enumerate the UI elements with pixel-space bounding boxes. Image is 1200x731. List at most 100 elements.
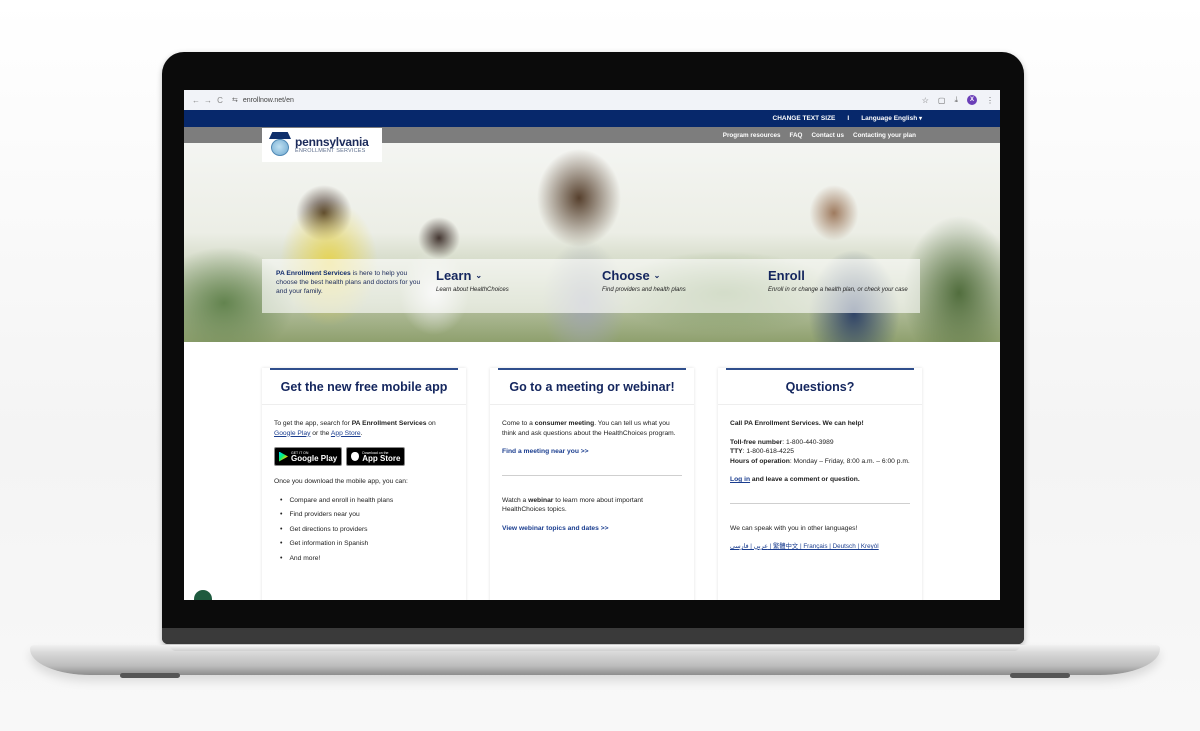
hero-choose[interactable]: Choose ⌄ Find providers and health plans <box>588 269 754 313</box>
profile-avatar[interactable]: X <box>967 95 977 105</box>
address-bar[interactable]: ⇆ enrollnow.net/en <box>232 96 922 105</box>
hero-learn-title: Learn <box>436 268 472 283</box>
download-icon[interactable]: ⤓ <box>954 95 958 105</box>
tollfree-number: : 1-800-440-3989 <box>782 438 834 446</box>
hero-choose-title: Choose <box>602 268 650 283</box>
tty-number: : 1-800-618-4225 <box>742 448 794 455</box>
reload-icon[interactable]: C <box>214 96 226 105</box>
site-logo[interactable]: pennsylvania ENROLLMENT SERVICES <box>262 128 382 162</box>
contact-details: Toll-free number: 1-800-440-3989 TTY: 1-… <box>730 438 910 467</box>
apple-icon <box>351 452 360 461</box>
logo-name: pennsylvania <box>295 135 369 149</box>
language-label: Language English <box>861 115 918 122</box>
webinar-topics-link[interactable]: View webinar topics and dates >> <box>502 525 609 532</box>
badge-big-text: App Store <box>362 453 401 463</box>
hero-learn-description: Learn about HealthChoices <box>436 287 509 293</box>
text: or the <box>310 429 331 437</box>
tty-label: TTY <box>730 448 743 455</box>
chat-widget-button[interactable] <box>194 590 212 600</box>
url-text[interactable]: enrollnow.net/en <box>243 97 294 104</box>
hero-intro-bold: PA Enrollment Services <box>276 270 351 277</box>
change-text-size-button[interactable]: CHANGE TEXT SIZE <box>773 115 836 122</box>
logo-subtitle: ENROLLMENT SERVICES <box>295 148 366 154</box>
utility-separator: I <box>847 115 850 122</box>
bullet-icon: • <box>280 554 283 562</box>
nav-contact-us[interactable]: Contact us <box>811 132 844 139</box>
section-divider <box>502 474 682 476</box>
feature-list: • Compare and enroll in health plans • Fin… <box>274 496 454 564</box>
app-store-link[interactable]: App Store <box>331 430 361 437</box>
text: To get the app, search for <box>274 420 352 427</box>
bold-text: webinar <box>528 496 554 504</box>
list-item: • Compare and enroll in health plans <box>280 496 454 506</box>
seal-shape <box>271 139 289 156</box>
list-item: • Get information in Spanish <box>280 539 454 549</box>
bullet-icon: • <box>280 511 283 518</box>
find-meeting-link[interactable]: Find a meeting near you >> <box>502 448 589 455</box>
chevron-down-icon: ⌄ <box>475 271 483 280</box>
meeting-card-body: Come to a consumer meeting. You can tell… <box>490 405 694 533</box>
hero-enroll-heading[interactable]: Enroll <box>768 269 920 283</box>
languages-intro: We can speak with you in other languages… <box>730 524 858 532</box>
hero-choose-heading[interactable]: Choose ⌄ <box>602 269 754 283</box>
questions-card-body: Call PA Enrollment Services. We can help… <box>718 405 922 552</box>
google-play-badge[interactable]: GET IT ON Google Play <box>274 447 343 466</box>
bullet-icon: • <box>280 496 283 504</box>
mobile-app-card-title: Get the new free mobile app <box>270 368 458 404</box>
section-divider <box>730 502 910 504</box>
mobile-app-card: Get the new free mobile app To get the a… <box>262 368 466 600</box>
bullet-icon: • <box>280 540 283 547</box>
list-item-text: Find providers near you <box>289 511 360 518</box>
hero-learn[interactable]: Learn ⌄ Learn about HealthChoices <box>422 269 588 313</box>
call-line: Call PA Enrollment Services. We can help… <box>730 420 864 427</box>
hero-enroll-description: Enroll in or change a health plan, or ch… <box>768 287 908 293</box>
login-text: and leave a comment or question. <box>750 476 860 483</box>
hero-choose-description: Find providers and health plans <box>602 287 686 293</box>
feature-list-intro: Once you download the mobile app, you ca… <box>274 478 408 485</box>
google-play-link[interactable]: Google Play <box>274 430 310 437</box>
menu-kebab-icon[interactable]: ⋮ <box>986 96 994 105</box>
questions-card-title: Questions? <box>726 368 914 404</box>
keystone-shape <box>269 132 291 139</box>
store-badges: GET IT ON Google Play Download on the Ap… <box>274 447 454 466</box>
chevron-down-icon: ⌄ <box>653 271 661 280</box>
extensions-icon[interactable]: ▢ <box>938 96 946 105</box>
app-name: PA Enrollment Services <box>351 420 427 427</box>
list-item-text: And more! <box>289 554 321 562</box>
list-item: • Find providers near you <box>280 510 454 520</box>
nav-program-resources[interactable]: Program resources <box>723 132 781 139</box>
tollfree-label: Toll-free number <box>730 438 783 446</box>
mobile-app-card-body: To get the app, search for PA Enrollment… <box>262 405 466 563</box>
hero-enroll-title: Enroll <box>768 268 805 283</box>
keystone-seal-icon <box>269 132 291 158</box>
list-item-text: Get information in Spanish <box>289 540 369 547</box>
info-cards: Get the new free mobile app To get the a… <box>262 368 922 600</box>
text: Watch a <box>502 496 529 504</box>
bold-text: consumer meeting <box>534 420 595 427</box>
back-icon[interactable]: ← <box>190 96 202 105</box>
language-links[interactable]: عربي | فارسی | 繁體中文 | Français | Deutsch… <box>730 542 910 552</box>
utility-bar: CHANGE TEXT SIZE I Language English ▾ <box>184 110 1000 127</box>
laptop-hinge-lip <box>170 645 1020 651</box>
chevron-down-icon: ▾ <box>918 116 922 122</box>
text: . <box>360 429 363 437</box>
hero-enroll[interactable]: Enroll Enroll in or change a health plan… <box>754 269 920 313</box>
site-settings-icon[interactable]: ⇆ <box>232 96 238 104</box>
forward-icon[interactable]: → <box>202 96 214 105</box>
hero-nav-band: PA Enrollment Services is here to help y… <box>262 259 920 313</box>
login-line: Log in and leave a comment or question. <box>730 475 910 485</box>
nav-contacting-your-plan[interactable]: Contacting your plan <box>853 132 916 139</box>
hero-learn-heading[interactable]: Learn ⌄ <box>436 269 588 283</box>
hours-label: Hours of operation <box>730 457 790 465</box>
laptop-chin <box>162 628 1024 644</box>
hero-intro: PA Enrollment Services is here to help y… <box>276 269 422 313</box>
text: Come to a <box>502 420 535 427</box>
nav-faq[interactable]: FAQ <box>790 132 803 139</box>
language-selector[interactable]: Language English ▾ <box>861 115 922 122</box>
bookmark-star-icon[interactable]: ☆ <box>922 96 929 105</box>
app-store-badge[interactable]: Download on the App Store <box>346 447 406 466</box>
badge-big-text: Google Play <box>291 453 338 463</box>
login-link[interactable]: Log in <box>730 476 750 483</box>
meeting-text: Come to a consumer meeting. You can tell… <box>502 419 682 438</box>
meeting-card: Go to a meeting or webinar! Come to a co… <box>490 368 694 600</box>
